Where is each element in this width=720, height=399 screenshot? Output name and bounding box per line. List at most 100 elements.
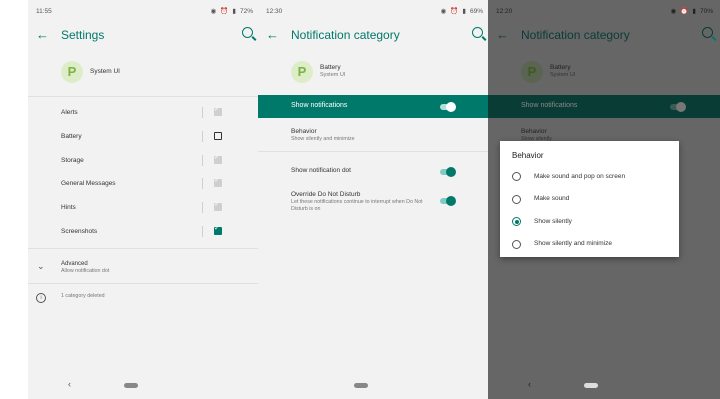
category-checkbox[interactable] <box>214 131 222 140</box>
notification-dot-label: Show notification dot <box>291 167 351 174</box>
app-bar: ← Settings <box>28 22 261 50</box>
status-bar: 12:30 ◉ ⏰ ▮ 69% <box>258 0 491 22</box>
page-title: Settings <box>61 28 105 42</box>
behavior-dialog: Behavior Make sound and pop on screen Mak… <box>500 141 679 257</box>
category-checkbox[interactable]: ✓ <box>214 225 222 235</box>
divider <box>28 248 261 249</box>
category-label[interactable]: Alerts <box>61 109 78 116</box>
show-notifications-switch[interactable] <box>440 102 456 112</box>
app-bar: ← Notification category <box>488 22 720 50</box>
navigation-bar: ‹ <box>28 373 261 399</box>
check-icon: ✓ <box>214 106 220 113</box>
show-notifications-switch <box>670 102 686 112</box>
app-subtitle: System UI <box>320 72 346 78</box>
row-separator <box>202 178 203 190</box>
battery-level: 69% <box>469 7 483 15</box>
search-icon[interactable] <box>472 27 483 38</box>
battery-icon: ▮ <box>692 8 696 15</box>
nav-back-icon[interactable]: ‹ <box>68 379 71 389</box>
radio-option-label[interactable]: Make sound and pop on screen <box>534 173 625 180</box>
app-logo-icon: P <box>291 61 313 83</box>
divider <box>28 96 261 97</box>
show-notifications-label: Show notifications <box>291 102 348 109</box>
divider <box>28 283 261 284</box>
status-time: 11:55 <box>36 7 52 15</box>
back-arrow-icon[interactable]: ← <box>36 27 49 42</box>
status-time: 12:30 <box>266 7 283 15</box>
app-bar: ← Notification category <box>258 22 491 50</box>
info-icon: i <box>36 293 46 303</box>
category-checkbox: ✓ <box>214 201 222 212</box>
alarm-icon: ⏰ <box>680 8 689 15</box>
wifi-icon: ◉ <box>210 8 217 15</box>
row-separator <box>202 107 203 118</box>
app-logo-icon: P <box>61 61 83 83</box>
nav-back-icon[interactable]: ‹ <box>528 379 531 389</box>
radio-button[interactable] <box>512 194 521 204</box>
battery-level: 70% <box>699 7 713 15</box>
row-separator <box>202 226 203 237</box>
dnd-title: Override Do Not Disturb <box>291 191 361 198</box>
switch-knob <box>446 102 456 112</box>
show-notifications-row[interactable]: Show notifications <box>258 95 491 118</box>
radio-button[interactable] <box>512 172 521 181</box>
radio-button[interactable] <box>512 217 521 226</box>
battery-level: 72% <box>239 7 253 15</box>
status-bar: 11:55 ◉ ⏰ ▮ 72% <box>28 0 261 22</box>
battery-icon: ▮ <box>232 8 236 15</box>
status-bar: 12:20 ◉ ⏰ ▮ 70% <box>488 0 720 22</box>
wifi-icon: ◉ <box>670 8 677 15</box>
category-label[interactable]: Battery <box>61 133 82 140</box>
search-icon <box>702 27 713 38</box>
category-label[interactable]: Hints <box>61 204 76 211</box>
radio-option-label[interactable]: Show silently and minimize <box>534 240 612 247</box>
alarm-icon: ⏰ <box>450 8 459 15</box>
radio-button[interactable] <box>512 239 521 249</box>
navigation-bar <box>258 373 491 399</box>
behavior-title[interactable]: Behavior <box>291 128 317 135</box>
category-label[interactable]: Storage <box>61 157 84 164</box>
dialog-title: Behavior <box>512 151 544 160</box>
show-notifications-label: Show notifications <box>521 102 578 109</box>
battery-icon: ▮ <box>462 8 466 15</box>
home-pill[interactable] <box>584 383 598 388</box>
row-separator <box>202 202 203 214</box>
home-pill[interactable] <box>354 383 368 388</box>
category-label[interactable]: General Messages <box>61 180 116 187</box>
app-name: System UI <box>90 68 120 75</box>
switch-knob <box>446 196 456 206</box>
radio-option-label[interactable]: Make sound <box>534 195 569 202</box>
check-icon: ✓ <box>214 225 220 232</box>
deleted-categories-text: 1 category deleted <box>61 293 105 299</box>
advanced-title[interactable]: Advanced <box>61 261 88 267</box>
search-icon[interactable] <box>242 27 253 38</box>
back-arrow-icon[interactable]: ← <box>266 27 279 42</box>
chevron-down-icon[interactable]: ⌄ <box>37 261 45 272</box>
app-name: Battery <box>550 64 571 71</box>
switch-knob <box>676 102 686 112</box>
page-title: Notification category <box>521 28 630 42</box>
app-subtitle: System UI <box>550 72 576 78</box>
page-title: Notification category <box>291 28 400 42</box>
row-separator <box>202 130 203 142</box>
settings-screen: 11:55 ◉ ⏰ ▮ 72% ← Settings P System UI Aler… <box>28 0 261 399</box>
check-icon: ✓ <box>214 153 220 161</box>
notification-dot-switch[interactable] <box>440 167 456 177</box>
dnd-subtitle: Let these notifications continue to inte… <box>291 199 423 212</box>
category-checkbox: ✓ <box>214 153 222 164</box>
app-name: Battery <box>320 64 341 71</box>
alarm-icon: ⏰ <box>220 8 229 15</box>
advanced-subtitle: Allow notification dot <box>61 268 110 274</box>
radio-option-label[interactable]: Show silently <box>534 218 572 225</box>
dnd-switch[interactable] <box>440 196 456 206</box>
notification-category-screen: 12:30 ◉ ⏰ ▮ 69% ← Notification category P B… <box>258 0 491 399</box>
back-arrow-icon: ← <box>496 27 509 42</box>
behavior-title: Behavior <box>521 128 547 135</box>
home-pill[interactable] <box>124 383 138 388</box>
category-label[interactable]: Screenshots <box>61 228 97 235</box>
category-checkbox: ✓ <box>214 177 222 188</box>
show-notifications-row: Show notifications <box>488 95 720 118</box>
app-logo-icon: P <box>521 61 543 83</box>
behavior-dialog-screen: 12:20 ◉ ⏰ ▮ 70% ← Notification category P B… <box>488 0 720 399</box>
behavior-subtitle: Show silently and minimize <box>291 136 355 142</box>
